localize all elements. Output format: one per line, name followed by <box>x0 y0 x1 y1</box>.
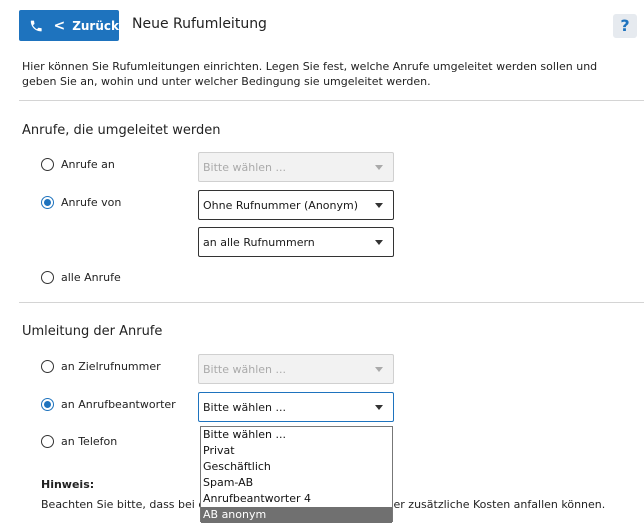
section-title-anrufe: Anrufe, die umgeleitet werden <box>22 123 221 138</box>
radio-anrufe-von[interactable]: Anrufe von <box>41 196 121 209</box>
chevron-left-icon: < <box>53 17 66 34</box>
hint-text-start: Beachten Sie bitte, dass bei de <box>41 498 213 511</box>
chevron-down-icon <box>375 240 383 245</box>
hint-text-end: mmer zusätzliche Kosten anfallen können. <box>372 498 606 511</box>
chevron-down-icon <box>375 367 383 372</box>
radio-label: an Anrufbeantworter <box>61 398 176 411</box>
select-anrufe-von[interactable]: Ohne Rufnummer (Anonym) <box>198 190 394 220</box>
radio-alle-anrufe[interactable]: alle Anrufe <box>41 271 121 284</box>
section-title-umleitung: Umleitung der Anrufe <box>22 324 163 339</box>
select-value: Bitte wählen ... <box>203 400 286 414</box>
hint-title: Hinweis: <box>41 478 95 491</box>
dropdown-option[interactable]: Anrufbeantworter 4 <box>201 491 392 507</box>
select-anrufbeantworter[interactable]: Bitte wählen ... <box>198 392 394 422</box>
select-zielrufnummer[interactable]: Bitte wählen ... <box>198 354 394 384</box>
radio-label: an Telefon <box>61 435 118 448</box>
intro-text: Hier können Sie Rufumleitungen einrichte… <box>22 60 598 88</box>
radio-button[interactable] <box>41 435 54 448</box>
help-icon[interactable]: ? <box>613 14 637 38</box>
anrufbeantworter-dropdown-list[interactable]: Bitte wählen ... Privat Geschäftlich Spa… <box>200 426 393 523</box>
dropdown-option-highlighted[interactable]: AB anonym <box>201 507 392 523</box>
select-rufnummern[interactable]: an alle Rufnummern <box>198 227 394 257</box>
radio-button[interactable] <box>41 196 54 209</box>
select-anrufe-an[interactable]: Bitte wählen ... <box>198 152 394 182</box>
page-title: Neue Rufumleitung <box>132 16 267 32</box>
radio-button[interactable] <box>41 271 54 284</box>
select-value: Bitte wählen ... <box>203 362 286 376</box>
select-value: Ohne Rufnummer (Anonym) <box>203 198 359 212</box>
divider <box>19 302 644 303</box>
radio-button[interactable] <box>41 360 54 373</box>
dropdown-option[interactable]: Geschäftlich <box>201 459 392 475</box>
radio-label: Anrufe an <box>61 158 115 171</box>
radio-label: Anrufe von <box>61 196 122 209</box>
radio-telefon[interactable]: an Telefon <box>41 435 117 448</box>
divider <box>19 100 644 101</box>
phone-icon <box>30 20 42 31</box>
chevron-down-icon <box>375 165 383 170</box>
select-value: Bitte wählen ... <box>203 160 286 174</box>
radio-anrufbeantworter[interactable]: an Anrufbeantworter <box>41 398 176 411</box>
radio-label: an Zielrufnummer <box>61 360 161 373</box>
radio-button[interactable] <box>41 398 54 411</box>
back-label: Zurück <box>72 18 119 33</box>
chevron-down-icon <box>375 203 383 208</box>
dropdown-option[interactable]: Privat <box>201 443 392 459</box>
dropdown-option[interactable]: Bitte wählen ... <box>201 427 392 443</box>
radio-anrufe-an[interactable]: Anrufe an <box>41 158 115 171</box>
dropdown-option[interactable]: Spam-AB <box>201 475 392 491</box>
back-button[interactable]: < Zurück <box>19 10 119 41</box>
radio-zielrufnummer[interactable]: an Zielrufnummer <box>41 360 161 373</box>
radio-button[interactable] <box>41 158 54 171</box>
chevron-down-icon <box>375 405 383 410</box>
radio-label: alle Anrufe <box>61 271 121 284</box>
select-value: an alle Rufnummern <box>203 235 315 249</box>
